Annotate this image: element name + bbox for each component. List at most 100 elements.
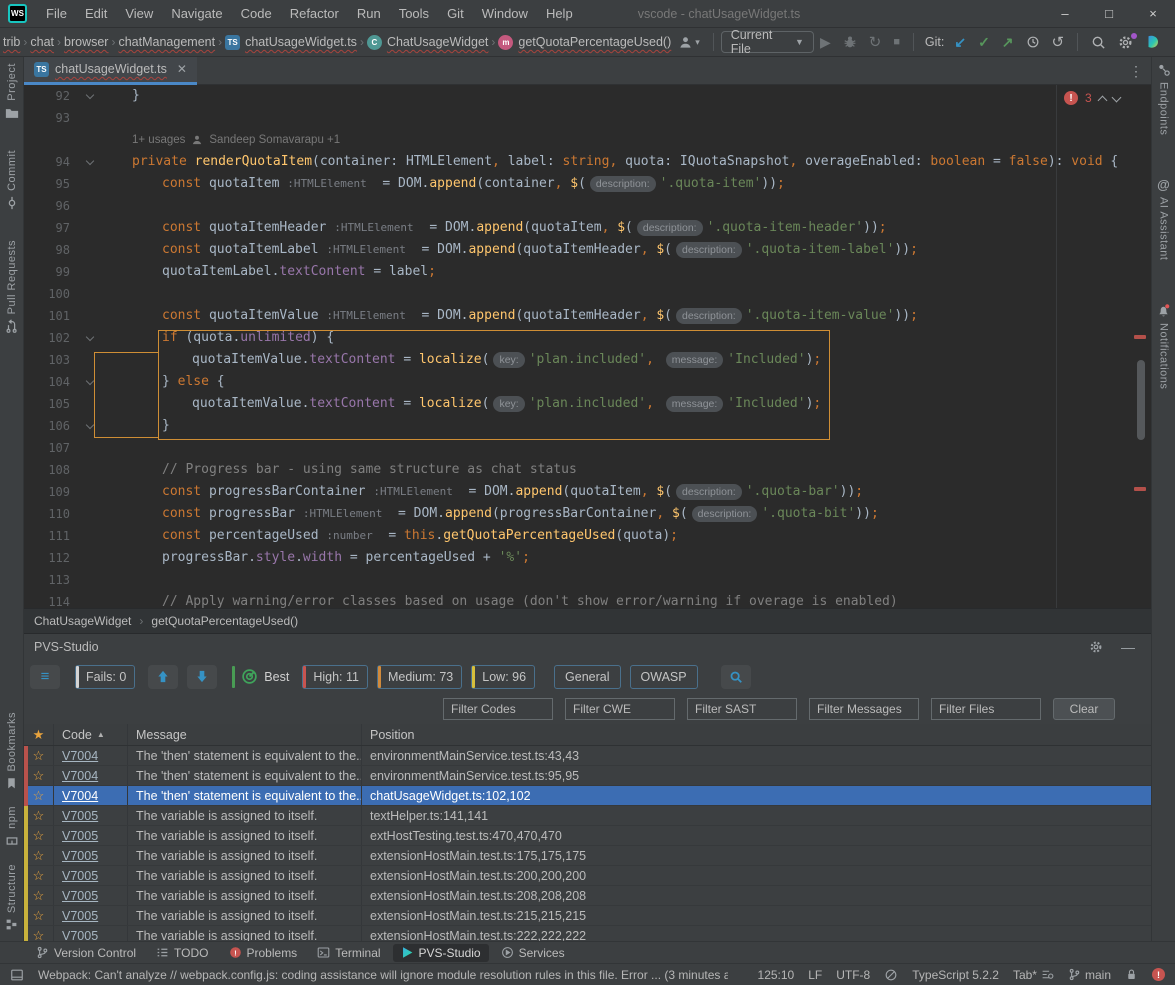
analysis-error-icon[interactable]: ! (1152, 968, 1165, 981)
tool-stripe-project[interactable]: Project (5, 63, 19, 120)
menu-git[interactable]: Git (438, 0, 473, 28)
user-icon[interactable]: ▾ (672, 35, 706, 50)
next-issue-button[interactable] (187, 665, 217, 689)
maximize-button[interactable]: □ (1087, 0, 1131, 28)
star-icon[interactable]: ☆ (24, 826, 54, 845)
diagnostic-position[interactable]: extensionHostMain.test.ts:215,215,215 (362, 909, 1151, 923)
breadcrumb-item[interactable]: chatManagement (118, 35, 215, 49)
breadcrumb-item[interactable]: mgetQuotaPercentageUsed() (498, 35, 671, 50)
table-row[interactable]: ☆V7005The variable is assigned to itself… (24, 866, 1151, 886)
breadcrumb-item[interactable]: trib (3, 35, 20, 49)
diagnostic-position[interactable]: environmentMainService.test.ts:43,43 (362, 749, 1151, 763)
pvs-menu-button[interactable]: ≡ (30, 665, 60, 689)
menu-window[interactable]: Window (473, 0, 537, 28)
general-filter-button[interactable]: General (554, 665, 620, 689)
filter-input-sast[interactable] (687, 698, 797, 720)
code-line[interactable]: 97const quotaItemHeader :HTMLElement = D… (24, 217, 1151, 239)
menu-refactor[interactable]: Refactor (281, 0, 348, 28)
table-row[interactable]: ☆V7005The variable is assigned to itself… (24, 826, 1151, 846)
clear-filters-button[interactable]: Clear (1053, 698, 1115, 720)
code-editor[interactable]: 92}931+ usagesSandeep Somavarapu +194pri… (24, 85, 1151, 608)
breadcrumb-item[interactable]: browser (64, 35, 108, 49)
code-line[interactable]: 103quotaItemValue.textContent = localize… (24, 349, 1151, 371)
tool-stripe-ai-assistant[interactable]: @AI Assistant (1157, 177, 1170, 260)
filter-input-codes[interactable] (443, 698, 553, 720)
diagnostic-position[interactable]: environmentMainService.test.ts:95,95 (362, 769, 1151, 783)
star-icon[interactable]: ☆ (24, 846, 54, 865)
breadcrumb-method[interactable]: getQuotaPercentageUsed() (151, 614, 298, 628)
menu-tools[interactable]: Tools (390, 0, 438, 28)
code-line[interactable]: 96 (24, 195, 1151, 217)
table-row[interactable]: ☆V7005The variable is assigned to itself… (24, 806, 1151, 826)
code-line[interactable]: 102if (quota.unlimited) { (24, 327, 1151, 349)
code-line[interactable]: 101const quotaItemValue :HTMLElement = D… (24, 305, 1151, 327)
code-line[interactable]: 95const quotaItem :HTMLElement = DOM.app… (24, 173, 1151, 195)
rollback-icon[interactable]: ↺ (1046, 33, 1071, 51)
code-line[interactable]: 110const progressBar :HTMLElement = DOM.… (24, 503, 1151, 525)
rerun-icon[interactable]: ↻ (863, 33, 888, 51)
table-row[interactable]: ☆V7005The variable is assigned to itself… (24, 846, 1151, 866)
menu-run[interactable]: Run (348, 0, 390, 28)
tab-chatusagewidget[interactable]: TS chatUsageWidget.ts ✕ (24, 57, 197, 85)
table-row[interactable]: ☆V7004The 'then' statement is equivalent… (24, 766, 1151, 786)
run-config-selector[interactable]: Current File▼ (721, 31, 814, 53)
line-separator[interactable]: LF (808, 968, 822, 982)
file-encoding[interactable]: UTF-8 (836, 968, 870, 982)
git-update-icon[interactable]: ↙ (948, 34, 972, 51)
breadcrumb-item[interactable]: TSchatUsageWidget.ts (225, 35, 357, 50)
diagnostic-position[interactable]: extensionHostMain.test.ts:222,222,222 (362, 929, 1151, 942)
menu-view[interactable]: View (116, 0, 162, 28)
fails-filter-button[interactable]: Fails: 0 (75, 665, 135, 689)
position-column-header[interactable]: Position (362, 728, 1151, 742)
breadcrumb-item[interactable]: chat (30, 35, 54, 49)
medium-filter-button[interactable]: Medium: 73 (377, 665, 462, 689)
table-row[interactable]: ☆V7004The 'then' statement is equivalent… (24, 746, 1151, 766)
highlighting-level-icon[interactable] (884, 968, 898, 982)
code-line[interactable]: 99quotaItemLabel.textContent = label; (24, 261, 1151, 283)
high-filter-button[interactable]: High: 11 (302, 665, 368, 689)
code-line[interactable]: 112progressBar.style.width = percentageU… (24, 547, 1151, 569)
panel-settings-gear-icon[interactable] (1089, 640, 1103, 654)
code-with-me-icon[interactable] (1139, 34, 1167, 50)
run-button[interactable]: ▶ (814, 34, 837, 51)
tool-stripe-commit[interactable]: Commit (5, 150, 19, 210)
toolwindow-todo[interactable]: TODO (148, 944, 216, 962)
fold-icon[interactable] (86, 376, 94, 384)
owasp-filter-button[interactable]: OWASP (630, 665, 698, 689)
menu-code[interactable]: Code (232, 0, 281, 28)
star-icon[interactable]: ☆ (24, 746, 54, 765)
star-icon[interactable]: ☆ (24, 866, 54, 885)
code-line[interactable]: 109const progressBarContainer :HTMLEleme… (24, 481, 1151, 503)
lock-icon[interactable] (1125, 968, 1138, 981)
tab-options-icon[interactable]: ⋮ (1129, 63, 1143, 80)
diagnostic-position[interactable]: extHostTesting.test.ts:470,470,470 (362, 829, 1151, 843)
star-icon[interactable]: ☆ (24, 886, 54, 905)
code-line[interactable]: 100 (24, 283, 1151, 305)
next-error-icon[interactable] (1111, 92, 1121, 102)
inlay-usages-hint[interactable]: 1+ usagesSandeep Somavarapu +1 (24, 129, 1151, 151)
inspections-widget[interactable]: ! 3 (1064, 91, 1120, 105)
toolwindow-problems[interactable]: !Problems (221, 944, 306, 962)
table-row[interactable]: ☆V7005The variable is assigned to itself… (24, 926, 1151, 941)
star-icon[interactable]: ☆ (24, 926, 54, 941)
message-column-header[interactable]: Message (128, 724, 362, 745)
diagnostic-position[interactable]: extensionHostMain.test.ts:175,175,175 (362, 849, 1151, 863)
fold-icon[interactable] (86, 332, 94, 340)
diagnostic-position[interactable]: textHelper.ts:141,141 (362, 809, 1151, 823)
stop-button[interactable]: ■ (887, 36, 906, 48)
toolwindow-services[interactable]: Services (493, 944, 573, 962)
toolwindow-pvs-studio[interactable]: PVS-Studio (393, 944, 489, 962)
tool-stripe-npm[interactable]: npm (5, 806, 19, 848)
pvs-search-button[interactable] (721, 665, 751, 689)
toolwindow-terminal[interactable]: Terminal (309, 944, 388, 962)
table-header[interactable]: ★ Code▲ Message Position (24, 724, 1151, 746)
fold-icon[interactable] (86, 156, 94, 164)
menu-edit[interactable]: Edit (76, 0, 116, 28)
search-icon[interactable] (1085, 35, 1112, 50)
git-branch[interactable]: main (1068, 968, 1111, 982)
code-line[interactable]: 94private renderQuotaItem(container: HTM… (24, 151, 1151, 173)
table-row[interactable]: ☆V7005The variable is assigned to itself… (24, 906, 1151, 926)
editor-scrollbar[interactable] (1137, 360, 1145, 440)
indent-style[interactable]: Tab* (1013, 968, 1054, 982)
fold-icon[interactable] (86, 420, 94, 428)
